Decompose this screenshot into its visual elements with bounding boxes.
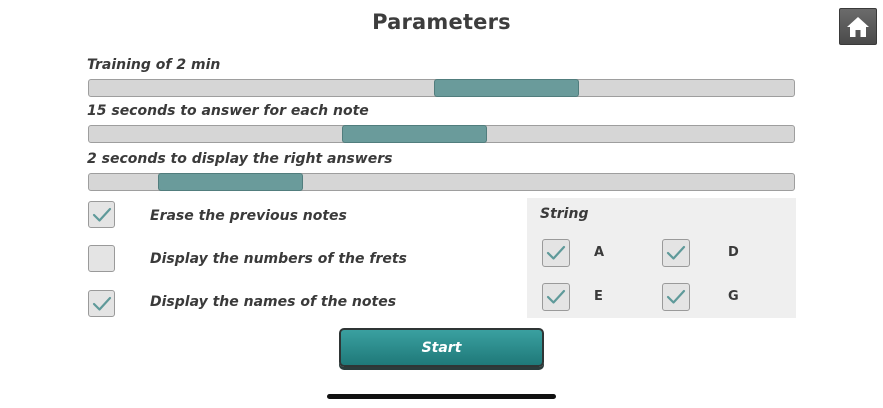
string-a-checkbox[interactable] <box>542 239 570 267</box>
display-fret-numbers-label: Display the numbers of the frets <box>150 251 407 267</box>
display-fret-numbers-checkbox[interactable] <box>88 245 115 272</box>
page-title: Parameters <box>372 10 511 34</box>
display-note-names-label: Display the names of the notes <box>150 294 397 310</box>
string-d-checkbox[interactable] <box>662 239 690 267</box>
slider-thumb[interactable] <box>157 173 303 191</box>
string-e-label: E <box>594 289 603 304</box>
slider-thumb[interactable] <box>433 79 579 97</box>
checkmark-icon <box>666 245 686 260</box>
start-button[interactable]: Start <box>339 328 544 367</box>
answer-time-label: 15 seconds to answer for each note <box>87 103 369 119</box>
display-time-label: 2 seconds to display the right answers <box>87 151 393 167</box>
string-g-label: G <box>728 289 739 304</box>
erase-previous-notes-checkbox[interactable] <box>88 201 115 228</box>
checkmark-icon <box>546 289 566 304</box>
checkmark-icon <box>92 296 111 311</box>
home-button[interactable] <box>839 8 877 45</box>
string-panel: String A D E G <box>527 198 796 318</box>
erase-previous-notes-label: Erase the previous notes <box>150 208 347 224</box>
string-g-checkbox[interactable] <box>662 283 690 311</box>
training-duration-slider[interactable] <box>88 79 795 97</box>
home-indicator <box>327 394 556 399</box>
display-time-slider[interactable] <box>88 173 795 191</box>
string-panel-title: String <box>540 206 589 222</box>
home-icon <box>847 16 869 37</box>
checkmark-icon <box>666 289 686 304</box>
slider-thumb[interactable] <box>341 125 487 143</box>
checkmark-icon <box>546 245 566 260</box>
display-note-names-checkbox[interactable] <box>88 290 115 317</box>
string-a-label: A <box>594 245 605 260</box>
answer-time-slider[interactable] <box>88 125 795 143</box>
string-d-label: D <box>728 245 739 260</box>
string-e-checkbox[interactable] <box>542 283 570 311</box>
checkmark-icon <box>92 207 111 222</box>
training-duration-label: Training of 2 min <box>87 57 221 73</box>
